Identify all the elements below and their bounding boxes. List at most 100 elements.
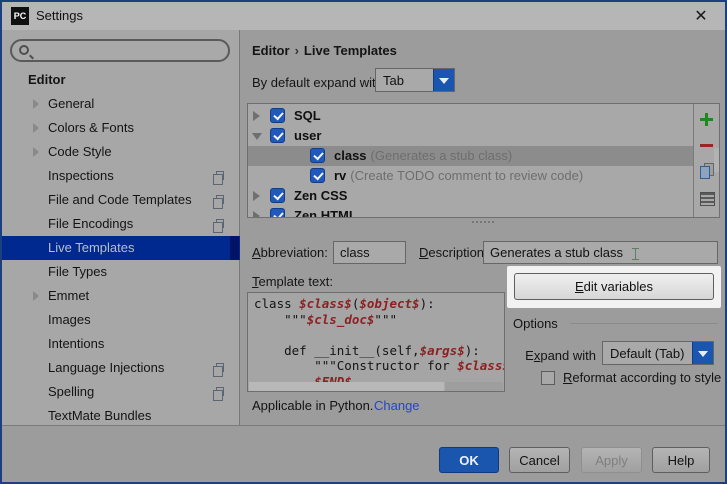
pycharm-logo-icon: PC bbox=[11, 7, 29, 25]
ok-button[interactable]: OK bbox=[439, 447, 499, 473]
sidebar-item-general[interactable]: General bbox=[2, 92, 240, 116]
template-checkbox[interactable] bbox=[270, 208, 285, 217]
options-divider bbox=[570, 323, 718, 324]
edit-variables-button[interactable]: Edit variables bbox=[514, 273, 714, 300]
template-name: class (Generates a stub class) bbox=[334, 148, 513, 163]
chevron-right-icon[interactable] bbox=[253, 111, 260, 121]
template-checkbox[interactable] bbox=[270, 188, 285, 203]
template-variable: $class$ bbox=[299, 296, 352, 311]
change-link[interactable]: Change bbox=[374, 398, 420, 413]
chevron-down-icon[interactable] bbox=[433, 69, 454, 91]
cancel-button[interactable]: Cancel bbox=[509, 447, 570, 473]
sidebar-item-intentions[interactable]: Intentions bbox=[2, 332, 240, 356]
applicable-text: Applicable in Python. bbox=[252, 398, 374, 413]
template-row-user[interactable]: user bbox=[248, 126, 694, 146]
abbreviation-value: class bbox=[340, 245, 370, 260]
expand-with-value: Default (Tab) bbox=[610, 345, 685, 361]
reformat-label: Reformat according to style bbox=[563, 370, 722, 385]
duplicate-icon[interactable] bbox=[699, 162, 715, 179]
code-text: """Constructor for bbox=[254, 358, 458, 373]
sidebar-item-emmet[interactable]: Emmet bbox=[2, 284, 240, 308]
sidebar-item-label: Spelling bbox=[48, 384, 95, 399]
code-text: def __init__(self, bbox=[254, 342, 420, 358]
sidebar-item-file-types[interactable]: File Types bbox=[2, 260, 240, 284]
pycharm-logo-text: PC bbox=[13, 11, 27, 21]
chevron-right-icon[interactable] bbox=[33, 99, 39, 109]
code-text: """ bbox=[254, 311, 307, 327]
template-variable: $object$ bbox=[359, 296, 420, 311]
template-text-label: Template text: bbox=[252, 274, 333, 289]
sidebar-item-code-style[interactable]: Code Style bbox=[2, 140, 240, 164]
reformat-checkbox[interactable] bbox=[541, 371, 555, 385]
shared-settings-icon bbox=[213, 195, 224, 209]
sidebar-item-label: File and Code Templates bbox=[48, 192, 192, 207]
template-checkbox[interactable] bbox=[310, 148, 325, 163]
settings-dialog: PC Settings ✕ Editor General Colors & Font… bbox=[0, 0, 727, 484]
help-button[interactable]: Help bbox=[652, 447, 710, 473]
template-checkbox[interactable] bbox=[270, 108, 285, 123]
sidebar-item-live-templates[interactable]: Live Templates bbox=[2, 236, 240, 260]
template-text-area[interactable]: class $class$($object$): """$cls_doc$"""… bbox=[247, 292, 505, 392]
title-bar[interactable]: PC Settings ✕ bbox=[2, 2, 725, 30]
default-expand-label: By default expand with bbox=[252, 75, 383, 90]
sidebar-item-editor[interactable]: Editor bbox=[2, 68, 240, 92]
search-box[interactable] bbox=[10, 39, 230, 62]
template-row-zen-css[interactable]: Zen CSS bbox=[248, 186, 694, 206]
breadcrumb-live-templates: Live Templates bbox=[303, 43, 397, 58]
shared-settings-icon bbox=[213, 363, 224, 377]
search-input[interactable] bbox=[36, 43, 224, 58]
sidebar-item-label: Intentions bbox=[48, 336, 105, 351]
expand-with-dropdown[interactable]: Default (Tab) bbox=[602, 341, 714, 365]
horizontal-scrollbar[interactable] bbox=[249, 382, 503, 391]
description-field[interactable]: Generates a stub class bbox=[483, 241, 718, 264]
abbreviation-field[interactable]: class bbox=[333, 241, 406, 264]
sidebar-item-file-and-code-templates[interactable]: File and Code Templates bbox=[2, 188, 240, 212]
sidebar-item-label: Live Templates bbox=[48, 240, 135, 255]
shared-settings-icon bbox=[213, 387, 224, 401]
chevron-down-icon[interactable] bbox=[252, 133, 262, 140]
chevron-down-icon[interactable] bbox=[692, 342, 713, 364]
templates-tree: SQL user class (Generates a stub class) rv (C… bbox=[248, 104, 694, 217]
close-button[interactable]: ✕ bbox=[690, 6, 712, 26]
template-row-rv[interactable]: rv (Create TODO comment to review code) bbox=[248, 166, 694, 186]
template-code: class $class$($object$): """$cls_doc$"""… bbox=[254, 296, 504, 389]
template-name: Zen CSS bbox=[294, 188, 348, 203]
sidebar-item-inspections[interactable]: Inspections bbox=[2, 164, 240, 188]
apply-button[interactable]: Apply bbox=[581, 447, 642, 473]
sidebar-item-language-injections[interactable]: Language Injections bbox=[2, 356, 240, 380]
template-row-sql[interactable]: SQL bbox=[248, 106, 694, 126]
template-name: rv (Create TODO comment to review code) bbox=[334, 168, 584, 183]
template-row-class[interactable]: class (Generates a stub class) bbox=[248, 146, 694, 166]
sidebar-item-label: Code Style bbox=[48, 144, 112, 159]
sidebar-item-images[interactable]: Images bbox=[2, 308, 240, 332]
sidebar-item-file-encodings[interactable]: File Encodings bbox=[2, 212, 240, 236]
expand-with-label: Expand with bbox=[525, 348, 596, 363]
chevron-right-icon[interactable] bbox=[33, 147, 39, 157]
settings-sidebar: Editor General Colors & Fonts Code Style Ins… bbox=[2, 30, 240, 425]
chevron-right-icon[interactable] bbox=[253, 211, 260, 217]
sidebar-item-label: File Encodings bbox=[48, 216, 134, 231]
template-row-zen-html[interactable]: Zen HTML bbox=[248, 206, 694, 217]
sidebar-item-spelling[interactable]: Spelling bbox=[2, 380, 240, 404]
templates-tree-panel: SQL user class (Generates a stub class) rv (C… bbox=[247, 103, 720, 218]
template-description: (Generates a stub class) bbox=[370, 148, 513, 163]
text-cursor bbox=[632, 248, 639, 260]
template-checkbox[interactable] bbox=[270, 128, 285, 143]
breadcrumb-editor[interactable]: Editor bbox=[252, 43, 290, 58]
sidebar-item-label: General bbox=[48, 96, 95, 111]
chevron-right-icon[interactable] bbox=[33, 123, 39, 133]
options-header: Options bbox=[513, 316, 558, 331]
chevron-right-icon[interactable] bbox=[253, 191, 260, 201]
default-expand-dropdown[interactable]: Tab bbox=[375, 68, 455, 92]
search-icon bbox=[19, 45, 29, 55]
remove-icon[interactable] bbox=[699, 138, 715, 154]
resize-grip[interactable] bbox=[472, 221, 474, 223]
add-icon[interactable] bbox=[699, 112, 715, 128]
chevron-right-icon[interactable] bbox=[33, 291, 39, 301]
sidebar-item-colors-fonts[interactable]: Colors & Fonts bbox=[2, 116, 240, 140]
template-name: user bbox=[294, 128, 322, 143]
template-checkbox[interactable] bbox=[310, 168, 325, 183]
template-name: Zen HTML bbox=[294, 208, 357, 217]
list-icon[interactable] bbox=[699, 190, 715, 206]
template-description: (Create TODO comment to review code) bbox=[350, 168, 584, 183]
